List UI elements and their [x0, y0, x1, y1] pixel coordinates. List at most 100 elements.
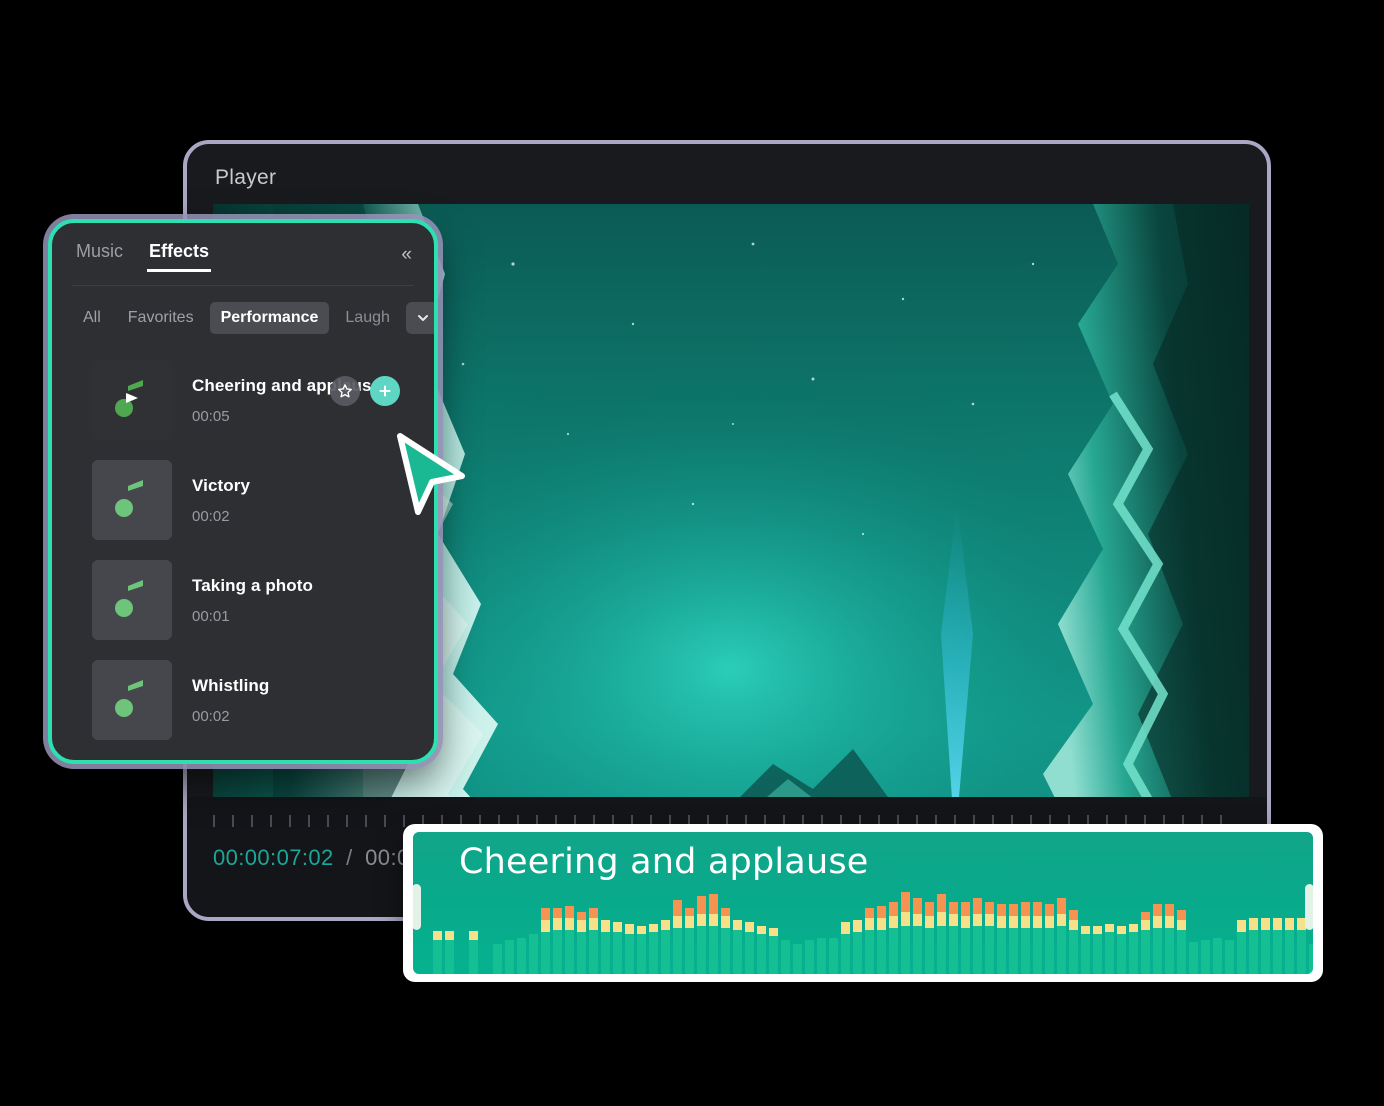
star-glyph — [338, 384, 353, 398]
waveform-bar — [853, 920, 862, 974]
waveform-bar — [1261, 918, 1270, 974]
waveform-bar — [805, 940, 814, 974]
waveform-bar — [1273, 918, 1282, 974]
effect-name: Taking a photo — [192, 575, 314, 595]
waveform-bar — [697, 896, 706, 974]
waveform-bar — [721, 908, 730, 974]
waveform-bar — [1237, 920, 1246, 974]
effect-thumbnail[interactable] — [92, 360, 172, 440]
music-note-icon — [115, 680, 143, 717]
screenshot-root: Player 00:00:07:02 / Music Effects « All… — [0, 0, 1384, 1106]
waveform-bar — [1117, 926, 1126, 974]
waveform-bar — [1177, 910, 1186, 974]
waveform-bar — [781, 940, 790, 974]
effect-thumbnail[interactable] — [92, 660, 172, 740]
waveform-bar — [1045, 904, 1054, 974]
waveform-bar — [817, 938, 826, 974]
clip-trim-handle-left[interactable] — [413, 884, 421, 930]
waveform-bar — [601, 920, 610, 974]
effect-duration: 00:02 — [192, 507, 230, 525]
favorite-star-icon[interactable] — [330, 376, 360, 406]
waveform-bar — [661, 920, 670, 974]
timecode-separator: / — [346, 845, 353, 870]
list-item[interactable]: Cheering and applause 00:05 — [52, 350, 434, 450]
waveform-bar — [1081, 926, 1090, 974]
effect-duration: 00:02 — [192, 707, 230, 725]
list-item[interactable]: Taking a photo 00:01 — [52, 550, 434, 650]
waveform-bar — [937, 894, 946, 974]
waveform-bar — [1225, 940, 1234, 974]
chevron-down-icon[interactable] — [405, 302, 434, 334]
waveform-bar — [889, 902, 898, 974]
waveform-bar — [757, 926, 766, 974]
waveform-bar — [577, 912, 586, 974]
chip-laugh[interactable]: Laugh — [334, 302, 401, 334]
audio-clip-body: Cheering and applause — [413, 832, 1313, 974]
waveform-bar — [709, 894, 718, 974]
waveform-bar — [769, 928, 778, 974]
waveform-bar — [1249, 918, 1258, 974]
waveform-bar — [793, 944, 802, 974]
page-title: Player — [215, 166, 277, 189]
waveform-bar — [1105, 924, 1114, 974]
chip-performance[interactable]: Performance — [209, 302, 330, 334]
list-item[interactable]: Whistling 00:02 — [52, 650, 434, 750]
waveform-bar — [565, 906, 574, 974]
tab-music[interactable]: Music — [74, 235, 125, 274]
waveform-bar — [1093, 926, 1102, 974]
waveform-bar — [925, 902, 934, 974]
waveform-bar — [1033, 902, 1042, 974]
effect-name: Victory — [192, 475, 251, 495]
waveform-bar — [1189, 942, 1198, 974]
audio-clip-title: Cheering and applause — [459, 842, 869, 882]
audio-clip-card[interactable]: Cheering and applause — [403, 824, 1323, 982]
audio-waveform — [433, 888, 1313, 974]
waveform-bar — [1309, 944, 1313, 974]
music-note-icon — [115, 480, 143, 517]
waveform-bar — [1165, 904, 1174, 974]
effect-thumbnail[interactable] — [92, 560, 172, 640]
waveform-bar — [469, 931, 478, 974]
add-effect-button[interactable] — [370, 376, 400, 406]
waveform-bar — [1153, 904, 1162, 974]
waveform-bar — [901, 892, 910, 974]
waveform-bar — [1213, 938, 1222, 974]
effect-meta: Victory 00:02 — [192, 476, 250, 525]
waveform-bar — [973, 898, 982, 974]
waveform-bar — [949, 902, 958, 974]
waveform-bar — [529, 934, 538, 974]
waveform-bar — [613, 922, 622, 974]
waveform-bar — [1009, 904, 1018, 974]
tab-effects[interactable]: Effects — [147, 235, 212, 274]
list-item[interactable]: Victory 00:02 — [52, 450, 434, 550]
effect-thumbnail[interactable] — [92, 460, 172, 540]
waveform-bar — [997, 904, 1006, 974]
waveform-bar — [1021, 902, 1030, 974]
waveform-bar — [913, 898, 922, 974]
waveform-bar — [637, 926, 646, 974]
waveform-bar — [433, 931, 442, 974]
music-note-play-icon — [115, 380, 143, 417]
effect-meta: Whistling 00:02 — [192, 676, 269, 725]
effect-name: Whistling — [192, 675, 270, 695]
chevron-down-glyph — [417, 315, 428, 321]
chip-all[interactable]: All — [72, 302, 112, 334]
waveform-bar — [865, 908, 874, 974]
chip-favorites[interactable]: Favorites — [117, 302, 205, 334]
waveform-bar — [829, 938, 838, 974]
collapse-panel-icon[interactable]: « — [401, 245, 412, 264]
timecode-current: 00:00:07:02 — [213, 845, 334, 870]
waveform-bar — [985, 902, 994, 974]
clip-trim-handle-right[interactable] — [1305, 884, 1313, 930]
waveform-bar — [1129, 924, 1138, 974]
waveform-bar — [1201, 940, 1210, 974]
panel-tab-bar: Music Effects « — [52, 223, 434, 285]
category-filter-bar: All Favorites Performance Laugh — [52, 286, 434, 346]
waveform-bar — [505, 940, 514, 974]
effect-duration: 00:01 — [192, 607, 230, 625]
effect-meta: Taking a photo 00:01 — [192, 576, 313, 625]
waveform-bar — [625, 924, 634, 974]
waveform-bar — [1069, 910, 1078, 974]
waveform-bar — [541, 908, 550, 974]
waveform-bar — [649, 924, 658, 974]
